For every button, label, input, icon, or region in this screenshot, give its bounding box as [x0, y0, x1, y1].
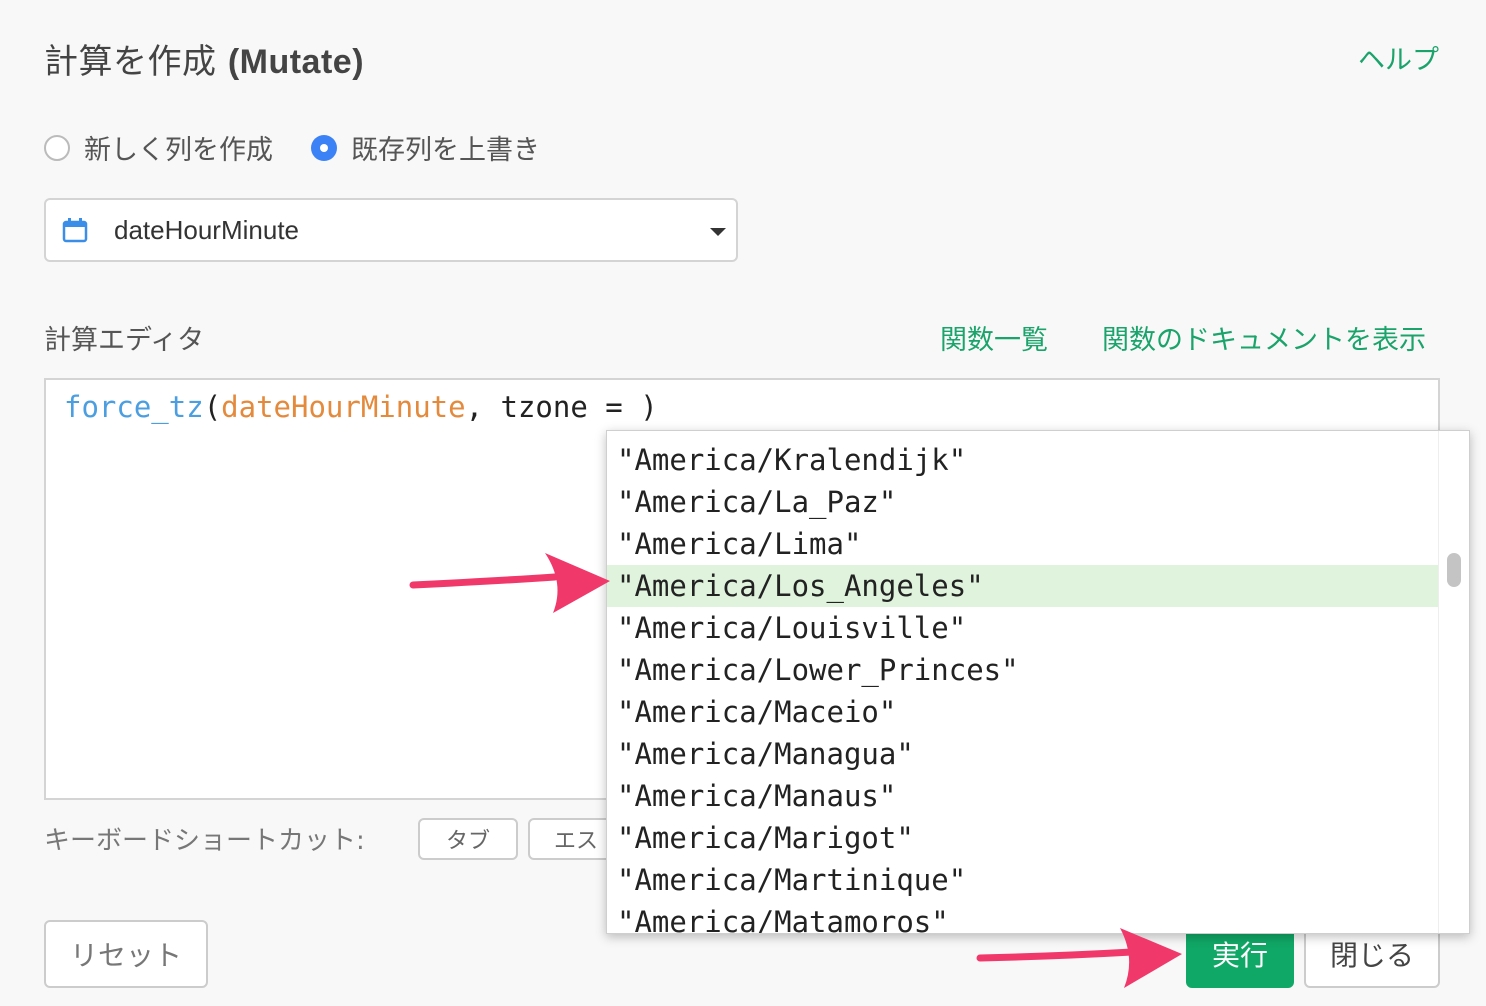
dialog-title: 計算を作成 (Mutate): [44, 34, 364, 83]
autocomplete-item[interactable]: "America/Maceio": [607, 691, 1439, 733]
code-open-paren: (: [203, 390, 222, 424]
autocomplete-item[interactable]: "America/Managua": [607, 733, 1439, 775]
dialog-title-ja: 計算を作成: [44, 42, 217, 82]
dropdown-scrollbar[interactable]: [1438, 431, 1469, 933]
annotation-arrow-icon: [976, 928, 1182, 988]
dropdown-scroll-thumb[interactable]: [1447, 553, 1461, 587]
shortcut-label: キーボードショートカット:: [44, 826, 365, 856]
editor-label: 計算エディタ: [44, 325, 205, 356]
code-function-token: force_tz: [64, 390, 204, 424]
column-select-value: dateHourMinute: [114, 214, 299, 245]
overwrite-column-radio[interactable]: [311, 134, 337, 161]
column-select[interactable]: dateHourMinute: [44, 198, 738, 262]
mode-radio-group: 新しく列を作成 既存列を上書き: [44, 128, 578, 167]
autocomplete-item-selected[interactable]: "America/Los_Angeles": [607, 565, 1439, 607]
autocomplete-item[interactable]: "America/La_Paz": [607, 481, 1439, 523]
function-docs-link[interactable]: 関数のドキュメントを表示: [1102, 318, 1426, 357]
new-column-label[interactable]: 新しく列を作成: [84, 128, 273, 167]
autocomplete-item[interactable]: "America/Martinique": [607, 859, 1439, 901]
autocomplete-item[interactable]: "America/Louisville": [607, 607, 1439, 649]
autocomplete-item[interactable]: "America/Kralendijk": [607, 439, 1439, 481]
calendar-icon: [62, 217, 88, 243]
autocomplete-item[interactable]: "America/Marigot": [607, 817, 1439, 859]
help-link[interactable]: ヘルプ: [1358, 38, 1439, 77]
reset-button[interactable]: リセット: [44, 920, 208, 988]
code-line[interactable]: force_tz(dateHourMinute, tzone = ): [64, 390, 658, 424]
tab-key-button[interactable]: タブ: [418, 818, 518, 860]
code-column-token: dateHourMinute: [221, 390, 466, 424]
dialog-title-en: (Mutate): [227, 43, 365, 81]
new-column-radio[interactable]: [44, 134, 70, 161]
code-rest-token: , tzone = ): [465, 390, 658, 424]
autocomplete-item[interactable]: "America/Lower_Princes": [607, 649, 1439, 691]
annotation-arrow-icon: [409, 553, 610, 613]
autocomplete-item[interactable]: "America/Lima": [607, 523, 1439, 565]
overwrite-column-label[interactable]: 既存列を上書き: [351, 128, 540, 167]
function-list-link[interactable]: 関数一覧: [940, 318, 1048, 357]
autocomplete-dropdown[interactable]: "America/Kralendijk" "America/La_Paz" "A…: [606, 430, 1470, 934]
chevron-down-icon[interactable]: [710, 228, 726, 236]
autocomplete-item[interactable]: "America/Manaus": [607, 775, 1439, 817]
